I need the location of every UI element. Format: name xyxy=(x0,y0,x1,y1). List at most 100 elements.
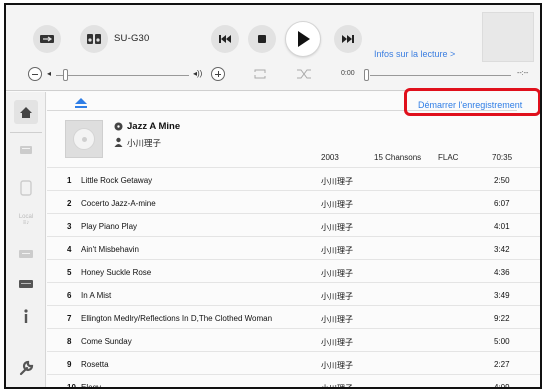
track-title: Ellington Medlry/Reflections In D,The Cl… xyxy=(81,314,273,323)
volume-up-button[interactable] xyxy=(211,67,225,81)
album-title: Jazz A Mine xyxy=(127,121,181,132)
track-number: 6 xyxy=(67,291,72,300)
track-title: Honey Suckle Rose xyxy=(81,268,152,277)
track-duration: 3:42 xyxy=(494,245,510,254)
track-artist: 小川理子 xyxy=(321,200,353,209)
track-list: 1 Little Rock Getaway 小川理子 2:50 2 Cocerto Jaz… xyxy=(47,167,540,389)
track-duration: 2:27 xyxy=(494,360,510,369)
track-artist: 小川理子 xyxy=(321,177,353,186)
local-lines-icon: ≡♪ xyxy=(22,220,30,226)
speaker-device-icon xyxy=(87,34,101,44)
play-button[interactable] xyxy=(285,21,321,57)
sidebar-item-amplifier[interactable] xyxy=(14,272,38,296)
amplifier-icon xyxy=(19,280,33,288)
sidebar-item-cd[interactable] xyxy=(14,242,38,266)
volume-slider[interactable] xyxy=(56,75,189,76)
track-row[interactable]: 6 In A Mist 小川理子 3:49 xyxy=(47,282,540,305)
track-row[interactable]: 9 Rosetta 小川理子 2:27 xyxy=(47,351,540,374)
app-window: SU-G30 Infos sur la lecture > ◂ ◂)) 0:00… xyxy=(4,3,542,389)
track-row[interactable]: 5 Honey Suckle Rose 小川理子 4:36 xyxy=(47,259,540,282)
seek-slider[interactable] xyxy=(370,75,511,76)
track-number: 9 xyxy=(67,360,72,369)
network-icon xyxy=(20,146,32,154)
sidebar-item-settings[interactable] xyxy=(14,356,38,380)
track-title: Elegy xyxy=(81,383,102,389)
track-row[interactable]: 2 Cocerto Jazz-A-mine 小川理子 6:07 xyxy=(47,190,540,213)
track-duration: 3:49 xyxy=(494,291,510,300)
speaker-high-icon: ◂)) xyxy=(193,69,203,78)
track-row[interactable]: 7 Ellington Medlry/Reflections In D,The C… xyxy=(47,305,540,328)
sidebar-divider xyxy=(10,132,42,133)
track-number: 7 xyxy=(67,314,72,323)
previous-button[interactable] xyxy=(211,25,239,53)
home-icon xyxy=(20,106,32,118)
speaker-low-icon: ◂ xyxy=(47,69,52,78)
track-title: Come Sunday xyxy=(81,337,132,346)
play-icon xyxy=(298,31,310,47)
remaining-time: --:-- xyxy=(517,70,529,77)
info-icon xyxy=(24,309,28,323)
wrench-icon xyxy=(19,360,34,376)
input-select-button[interactable] xyxy=(33,25,61,53)
track-artist: 小川理子 xyxy=(321,292,353,301)
disc-icon xyxy=(73,128,95,150)
album-total-time: 70:35 xyxy=(492,153,513,162)
track-duration: 2:50 xyxy=(494,176,510,185)
track-title: Rosetta xyxy=(81,360,109,369)
now-playing-artwork[interactable] xyxy=(482,12,534,62)
skip-back-icon xyxy=(219,35,231,43)
track-number: 10 xyxy=(67,383,76,389)
sidebar-item-network[interactable] xyxy=(14,138,38,162)
track-number: 3 xyxy=(67,222,72,231)
album-track-count: 15 Chansons xyxy=(374,153,422,162)
track-title: In A Mist xyxy=(81,291,112,300)
tablet-icon xyxy=(20,180,32,196)
start-recording-link[interactable]: Démarrer l'enregistrement xyxy=(418,100,522,110)
sidebar: Local ≡♪ xyxy=(6,92,46,387)
eject-icon[interactable] xyxy=(74,97,88,109)
sidebar-item-home[interactable] xyxy=(14,100,38,124)
track-row[interactable]: 4 Ain't Misbehavin 小川理子 3:42 xyxy=(47,236,540,259)
sidebar-item-tablet[interactable] xyxy=(14,176,38,200)
track-number: 4 xyxy=(67,245,72,254)
device-name: SU-G30 xyxy=(114,33,150,44)
sidebar-item-info[interactable] xyxy=(14,304,38,328)
album-artwork xyxy=(65,120,103,158)
play-info-link[interactable]: Infos sur la lecture > xyxy=(374,49,455,59)
volume-slider-knob[interactable] xyxy=(63,69,68,81)
track-duration: 4:09 xyxy=(494,383,510,389)
track-title: Ain't Misbehavin xyxy=(81,245,139,254)
input-icon xyxy=(40,35,54,43)
seek-slider-knob[interactable] xyxy=(364,69,369,81)
track-title: Cocerto Jazz-A-mine xyxy=(81,199,156,208)
stop-icon xyxy=(258,35,266,43)
volume-down-button[interactable] xyxy=(28,67,42,81)
elapsed-time: 0:00 xyxy=(341,70,355,77)
shuffle-icon[interactable] xyxy=(296,67,312,81)
track-number: 8 xyxy=(67,337,72,346)
track-artist: 小川理子 xyxy=(321,223,353,232)
device-button[interactable] xyxy=(80,25,108,53)
album-disc-icon xyxy=(114,122,123,131)
skip-forward-icon xyxy=(342,35,354,43)
next-button[interactable] xyxy=(334,25,362,53)
track-duration: 6:07 xyxy=(494,199,510,208)
local-music-icon: Local ≡♪ xyxy=(19,214,33,226)
track-row[interactable]: 10 Elegy 小川理子 4:09 xyxy=(47,374,540,389)
repeat-icon[interactable] xyxy=(252,67,268,81)
track-duration: 4:36 xyxy=(494,268,510,277)
album-artist: 小川理子 xyxy=(127,138,162,148)
stop-button[interactable] xyxy=(248,25,276,53)
track-number: 5 xyxy=(67,268,72,277)
track-row[interactable]: 1 Little Rock Getaway 小川理子 2:50 xyxy=(47,167,540,190)
track-duration: 4:01 xyxy=(494,222,510,231)
album-year: 2003 xyxy=(321,153,339,162)
track-row[interactable]: 3 Play Piano Play 小川理子 4:01 xyxy=(47,213,540,236)
track-row[interactable]: 8 Come Sunday 小川理子 5:00 xyxy=(47,328,540,351)
track-duration: 5:00 xyxy=(494,337,510,346)
cd-player-icon xyxy=(19,250,33,258)
track-number: 1 xyxy=(67,176,72,185)
track-duration: 9:22 xyxy=(494,314,510,323)
artist-person-icon xyxy=(114,137,123,147)
sidebar-item-local[interactable]: Local ≡♪ xyxy=(14,208,38,232)
